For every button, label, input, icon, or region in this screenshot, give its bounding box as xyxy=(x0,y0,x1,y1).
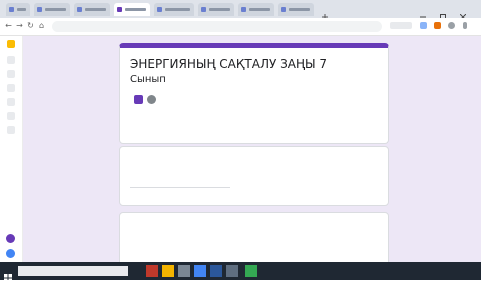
extension-button[interactable] xyxy=(390,22,412,29)
browser-tab-active[interactable] xyxy=(114,3,150,16)
tab-favicon-icon xyxy=(9,7,14,12)
taskbar-search-input[interactable] xyxy=(18,266,128,276)
tab-favicon-icon xyxy=(157,7,162,12)
tab-favicon-icon xyxy=(201,7,206,12)
address-bar[interactable] xyxy=(52,21,382,32)
browser-tab[interactable] xyxy=(6,3,30,16)
form-subtitle: Сынып xyxy=(130,74,166,85)
browser-tab[interactable] xyxy=(278,3,314,16)
extension-icon[interactable] xyxy=(434,22,441,29)
taskbar-app-icon[interactable] xyxy=(226,265,238,277)
tab-favicon-icon xyxy=(117,7,122,12)
maximize-icon[interactable] xyxy=(440,5,446,20)
browser-toolbar: ← → ↻ ⌂ xyxy=(0,18,481,36)
file-explorer-icon[interactable] xyxy=(162,265,174,277)
question-card[interactable] xyxy=(119,212,389,262)
reload-icon[interactable]: ↻ xyxy=(27,22,34,30)
sidebar-icon[interactable] xyxy=(7,70,15,78)
minimize-icon[interactable] xyxy=(420,5,426,18)
sidebar-icon[interactable] xyxy=(7,98,15,106)
tab-favicon-icon xyxy=(37,7,42,12)
question-card[interactable] xyxy=(119,146,389,206)
extension-icon[interactable] xyxy=(420,22,427,29)
sidebar-icon[interactable] xyxy=(7,56,15,64)
browser-tab[interactable] xyxy=(34,3,70,16)
form-meta-row xyxy=(130,95,156,104)
form-title: ЭНЕРГИЯНЫҢ САҚТАЛУ ЗАҢЫ 7 xyxy=(130,57,328,71)
browser-tab[interactable] xyxy=(74,3,110,16)
browser-tab[interactable] xyxy=(154,3,194,16)
form-page: ЭНЕРГИЯНЫҢ САҚТАЛУ ЗАҢЫ 7 Сынып xyxy=(23,36,481,262)
back-icon[interactable]: ← xyxy=(5,22,12,30)
sidebar-icon[interactable] xyxy=(7,84,15,92)
browser-menu-icon[interactable] xyxy=(463,22,467,29)
tab-favicon-icon xyxy=(77,7,82,12)
new-tab-icon[interactable] xyxy=(322,5,328,20)
assistant-icon[interactable] xyxy=(6,249,15,258)
chrome-icon[interactable] xyxy=(194,265,206,277)
browser-tab[interactable] xyxy=(198,3,234,16)
sidebar-icon[interactable] xyxy=(7,126,15,134)
form-header-card: ЭНЕРГИЯНЫҢ САҚТАЛУ ЗАҢЫ 7 Сынып xyxy=(119,43,389,144)
taskbar-app-icon[interactable] xyxy=(245,265,257,277)
tab-favicon-icon xyxy=(281,7,286,12)
sidebar xyxy=(0,36,37,264)
home-icon[interactable]: ⌂ xyxy=(38,22,45,30)
add-icon[interactable] xyxy=(6,234,15,243)
taskbar xyxy=(0,262,481,282)
app-logo-icon[interactable] xyxy=(7,40,15,48)
answer-underline xyxy=(130,187,230,188)
forward-icon[interactable]: → xyxy=(16,22,23,30)
browser-tab-strip xyxy=(0,0,481,21)
browser-tab[interactable] xyxy=(238,3,274,16)
sidebar-icon[interactable] xyxy=(7,112,15,120)
taskbar-app-icon[interactable] xyxy=(178,265,190,277)
account-badge-icon[interactable] xyxy=(134,95,143,104)
windows-start-icon[interactable] xyxy=(4,267,12,282)
profile-avatar-icon[interactable] xyxy=(448,22,455,29)
taskbar-app-icon[interactable] xyxy=(146,265,158,277)
cloud-sync-icon xyxy=(147,95,156,104)
tab-favicon-icon xyxy=(241,7,246,12)
close-icon[interactable] xyxy=(459,5,467,21)
taskbar-app-icon[interactable] xyxy=(210,265,222,277)
